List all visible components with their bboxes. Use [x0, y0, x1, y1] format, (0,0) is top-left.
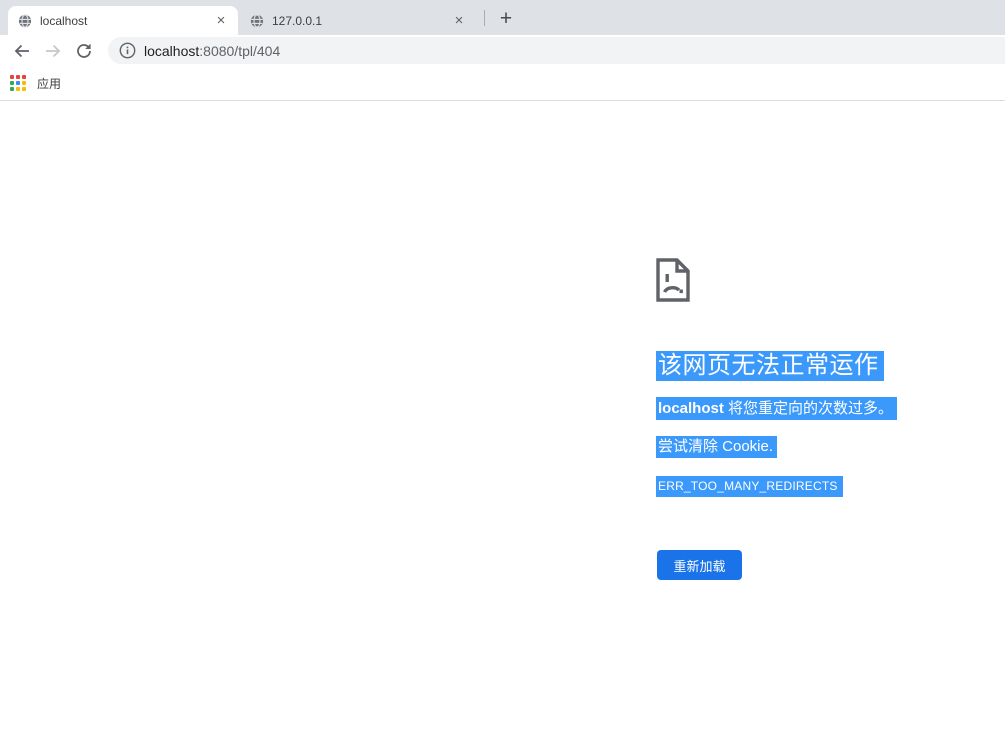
error-code: ERR_TOO_MANY_REDIRECTS: [656, 476, 843, 497]
reload-button-toolbar[interactable]: [68, 36, 99, 67]
forward-arrow-icon: [45, 44, 60, 58]
apps-grid-icon[interactable]: [10, 75, 27, 92]
toolbar: localhost:8080/tpl/404: [0, 35, 1005, 67]
apps-shortcut[interactable]: 应用: [37, 75, 61, 92]
close-icon[interactable]: ×: [212, 12, 230, 30]
error-message-rest: 将您重定向的次数过多。: [723, 400, 894, 417]
error-title: 该网页无法正常运作: [656, 351, 884, 381]
tab-localhost[interactable]: localhost ×: [8, 6, 238, 35]
reload-page-button[interactable]: 重新加载: [657, 550, 742, 580]
tab-127-0-0-1[interactable]: 127.0.0.1 ×: [240, 6, 476, 35]
url-path: :8080/tpl/404: [199, 42, 281, 59]
url-host: localhost: [144, 42, 200, 59]
bookmarks-bar: 应用: [0, 67, 1005, 101]
tab-divider: [484, 10, 485, 26]
new-tab-button[interactable]: +: [493, 5, 519, 31]
back-button[interactable]: [6, 36, 37, 67]
error-message: localhost 将您重定向的次数过多。: [656, 397, 898, 420]
tab-title: 127.0.0.1: [272, 13, 323, 28]
error-suggestion: 尝试清除 Cookie.: [656, 436, 778, 458]
reload-icon: [76, 43, 91, 58]
url-bar[interactable]: localhost:8080/tpl/404: [108, 37, 1005, 64]
tab-title: localhost: [40, 13, 88, 28]
info-icon[interactable]: [119, 42, 136, 59]
browser-window: localhost × 127.0.0.1 × + localhost:8080…: [0, 0, 1005, 730]
globe-icon: [18, 13, 32, 28]
sad-page-icon: [656, 258, 690, 302]
back-arrow-icon: [14, 44, 29, 58]
error-message-host: localhost: [658, 400, 724, 417]
close-icon[interactable]: ×: [450, 12, 468, 30]
error-page: 该网页无法正常运作 localhost 将您重定向的次数过多。 尝试清除 Coo…: [0, 102, 1005, 730]
forward-button[interactable]: [37, 36, 68, 67]
tab-strip: localhost × 127.0.0.1 × +: [0, 0, 1005, 35]
url-text[interactable]: localhost:8080/tpl/404: [144, 43, 280, 59]
globe-icon: [250, 13, 264, 28]
nav-buttons: [6, 35, 99, 67]
